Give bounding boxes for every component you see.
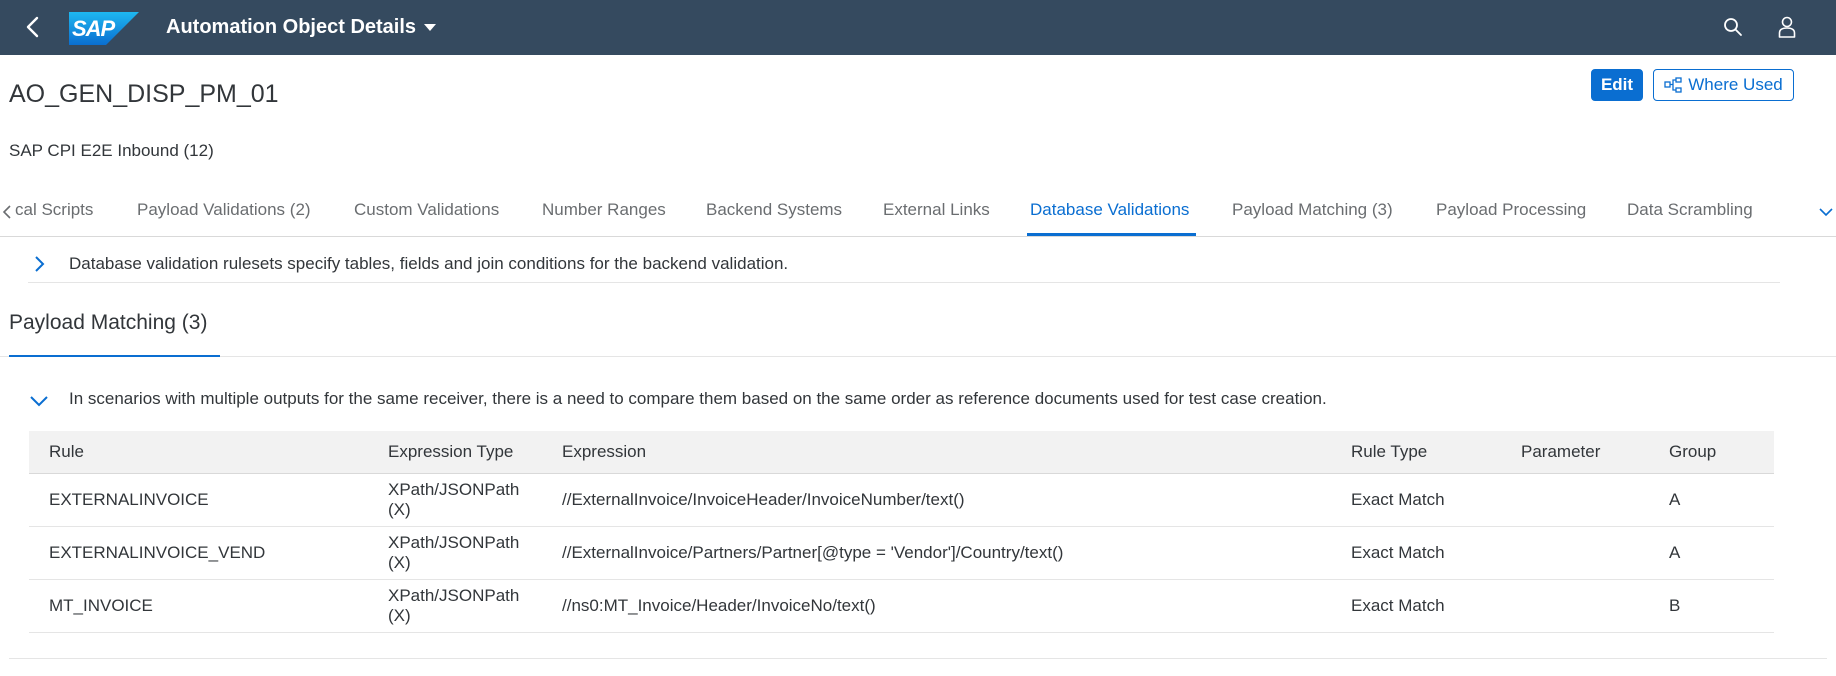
cell-parameter	[1521, 526, 1669, 580]
where-used-label: Where Used	[1688, 75, 1783, 94]
table-row[interactable]: EXTERNALINVOICE XPath/JSONPath (X) //Exte…	[29, 473, 1774, 527]
tab-number-ranges[interactable]: Number Ranges	[542, 200, 666, 220]
column-header-expression-type[interactable]: Expression Type	[388, 431, 562, 474]
cell-rule-type: Exact Match	[1351, 579, 1521, 633]
cell-expression: //ExternalInvoice/Partners/Partner[@type…	[562, 526, 1351, 580]
chevron-down-icon[interactable]	[1816, 200, 1836, 224]
tab-data-scrambling[interactable]: Data Scrambling	[1627, 200, 1753, 220]
table-row[interactable]: EXTERNALINVOICE_VEND XPath/JSONPath (X) /…	[29, 526, 1774, 580]
shell-bar: SAP Automation Object Details	[0, 0, 1836, 55]
payload-matching-table: Rule Expression Type Expression Rule Typ…	[29, 431, 1774, 633]
db-validations-description: Database validation rulesets specify tab…	[69, 254, 789, 273]
payload-matching-info: In scenarios with multiple outputs for t…	[28, 386, 1788, 416]
table-row[interactable]: MT_INVOICE XPath/JSONPath (X) //ns0:MT_In…	[29, 579, 1774, 633]
sap-logo-text: SAP	[72, 16, 115, 41]
db-validations-info: Database validation rulesets specify tab…	[28, 249, 1780, 283]
cell-rule: EXTERNALINVOICE	[29, 473, 388, 527]
expression-type-line-1: XPath/JSONPath	[388, 585, 520, 605]
tab-bar: cal Scripts Payload Validations (2) Cust…	[0, 190, 1836, 237]
sap-logo[interactable]: SAP	[69, 12, 139, 45]
column-header-parameter[interactable]: Parameter	[1521, 431, 1669, 474]
app-title-menu[interactable]: Automation Object Details	[166, 14, 437, 40]
cell-rule-type: Exact Match	[1351, 473, 1521, 527]
cell-parameter	[1521, 579, 1669, 633]
column-header-group[interactable]: Group	[1669, 431, 1774, 474]
cell-expression-type: XPath/JSONPath (X)	[388, 579, 562, 633]
cell-expression: //ExternalInvoice/InvoiceHeader/InvoiceN…	[562, 473, 1351, 527]
app-title: Automation Object Details	[166, 15, 417, 38]
expression-type-line-1: XPath/JSONPath	[388, 532, 520, 552]
tab-database-validations[interactable]: Database Validations	[1030, 200, 1189, 220]
column-header-expression[interactable]: Expression	[562, 431, 1351, 474]
object-title: AO_GEN_DISP_PM_01	[9, 80, 279, 108]
caret-down-icon	[424, 23, 437, 31]
table-header-row: Rule Expression Type Expression Rule Typ…	[29, 431, 1774, 474]
cell-expression-type: XPath/JSONPath (X)	[388, 526, 562, 580]
expression-type-line-2: (X)	[388, 605, 411, 625]
cell-parameter	[1521, 473, 1669, 527]
cell-group: A	[1669, 526, 1774, 580]
column-header-rule-type[interactable]: Rule Type	[1351, 431, 1521, 474]
tab-payload-validations[interactable]: Payload Validations (2)	[137, 200, 311, 220]
expression-type-line-1: XPath/JSONPath	[388, 479, 520, 499]
tab-external-links[interactable]: External Links	[883, 200, 990, 220]
chevron-down-icon[interactable]	[28, 390, 50, 412]
tab-payload-processing[interactable]: Payload Processing	[1436, 200, 1586, 220]
tab-local-scripts[interactable]: cal Scripts	[15, 200, 93, 220]
cell-group: A	[1669, 473, 1774, 527]
edit-button[interactable]: Edit	[1591, 69, 1643, 101]
cell-expression: //ns0:MT_Invoice/Header/InvoiceNo/text()	[562, 579, 1351, 633]
chevron-right-icon[interactable]	[28, 253, 50, 275]
cell-rule: EXTERNALINVOICE_VEND	[29, 526, 388, 580]
where-used-button[interactable]: Where Used	[1653, 69, 1794, 101]
tab-backend-systems[interactable]: Backend Systems	[706, 200, 842, 220]
user-icon[interactable]	[1774, 13, 1800, 41]
cell-group: B	[1669, 579, 1774, 633]
hierarchy-icon	[1664, 77, 1682, 93]
section-bottom-divider	[9, 658, 1827, 659]
expression-type-line-2: (X)	[388, 552, 411, 572]
section-divider	[0, 356, 1836, 357]
object-subtitle: SAP CPI E2E Inbound (12)	[9, 141, 214, 160]
tab-custom-validations[interactable]: Custom Validations	[354, 200, 499, 220]
section-title-payload-matching: Payload Matching (3)	[9, 311, 208, 334]
search-icon[interactable]	[1720, 14, 1746, 40]
payload-matching-description: In scenarios with multiple outputs for t…	[69, 389, 1327, 408]
section-title-underline	[9, 355, 220, 357]
column-header-rule[interactable]: Rule	[29, 431, 388, 474]
cell-rule-type: Exact Match	[1351, 526, 1521, 580]
cell-expression-type: XPath/JSONPath (X)	[388, 473, 562, 527]
back-icon[interactable]	[20, 14, 46, 40]
tab-payload-matching[interactable]: Payload Matching (3)	[1232, 200, 1393, 220]
chevron-left-icon[interactable]	[0, 200, 14, 224]
cell-rule: MT_INVOICE	[29, 579, 388, 633]
active-tab-indicator	[1027, 233, 1196, 236]
expression-type-line-2: (X)	[388, 499, 411, 519]
